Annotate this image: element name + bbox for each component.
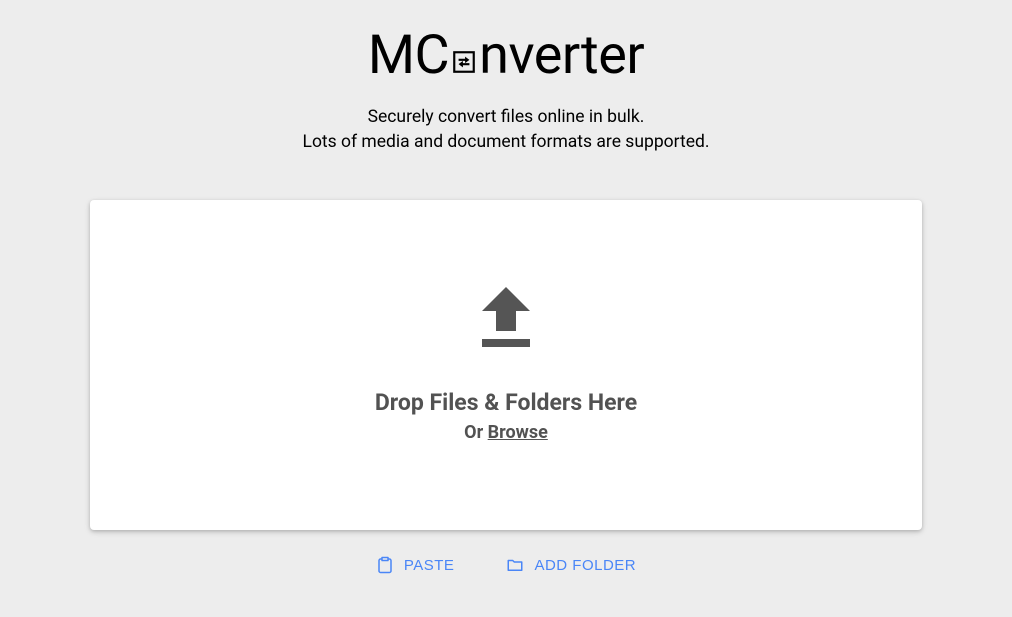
tagline-line2: Lots of media and document formats are s… [303, 130, 710, 155]
logo-prefix: MC [368, 24, 449, 87]
upload-icon [482, 287, 530, 347]
logo-suffix: nverter [479, 24, 644, 87]
paste-label: PASTE [404, 557, 455, 574]
folder-icon [506, 556, 524, 574]
convert-icon [451, 49, 477, 75]
tagline: Securely convert files online in bulk. L… [303, 105, 710, 154]
logo: MC nverter [368, 24, 644, 87]
dropzone[interactable]: Drop Files & Folders Here Or Browse [90, 200, 922, 530]
actions-row: PASTE ADD FOLDER [368, 550, 644, 580]
add-folder-button[interactable]: ADD FOLDER [498, 550, 644, 580]
drop-or: Or [464, 422, 487, 443]
drop-title: Drop Files & Folders Here [375, 389, 637, 416]
drop-subtitle: Or Browse [464, 422, 548, 443]
browse-link[interactable]: Browse [488, 422, 548, 443]
tagline-line1: Securely convert files online in bulk. [303, 105, 710, 130]
paste-button[interactable]: PASTE [368, 550, 463, 580]
add-folder-label: ADD FOLDER [534, 557, 636, 574]
clipboard-icon [376, 556, 394, 574]
